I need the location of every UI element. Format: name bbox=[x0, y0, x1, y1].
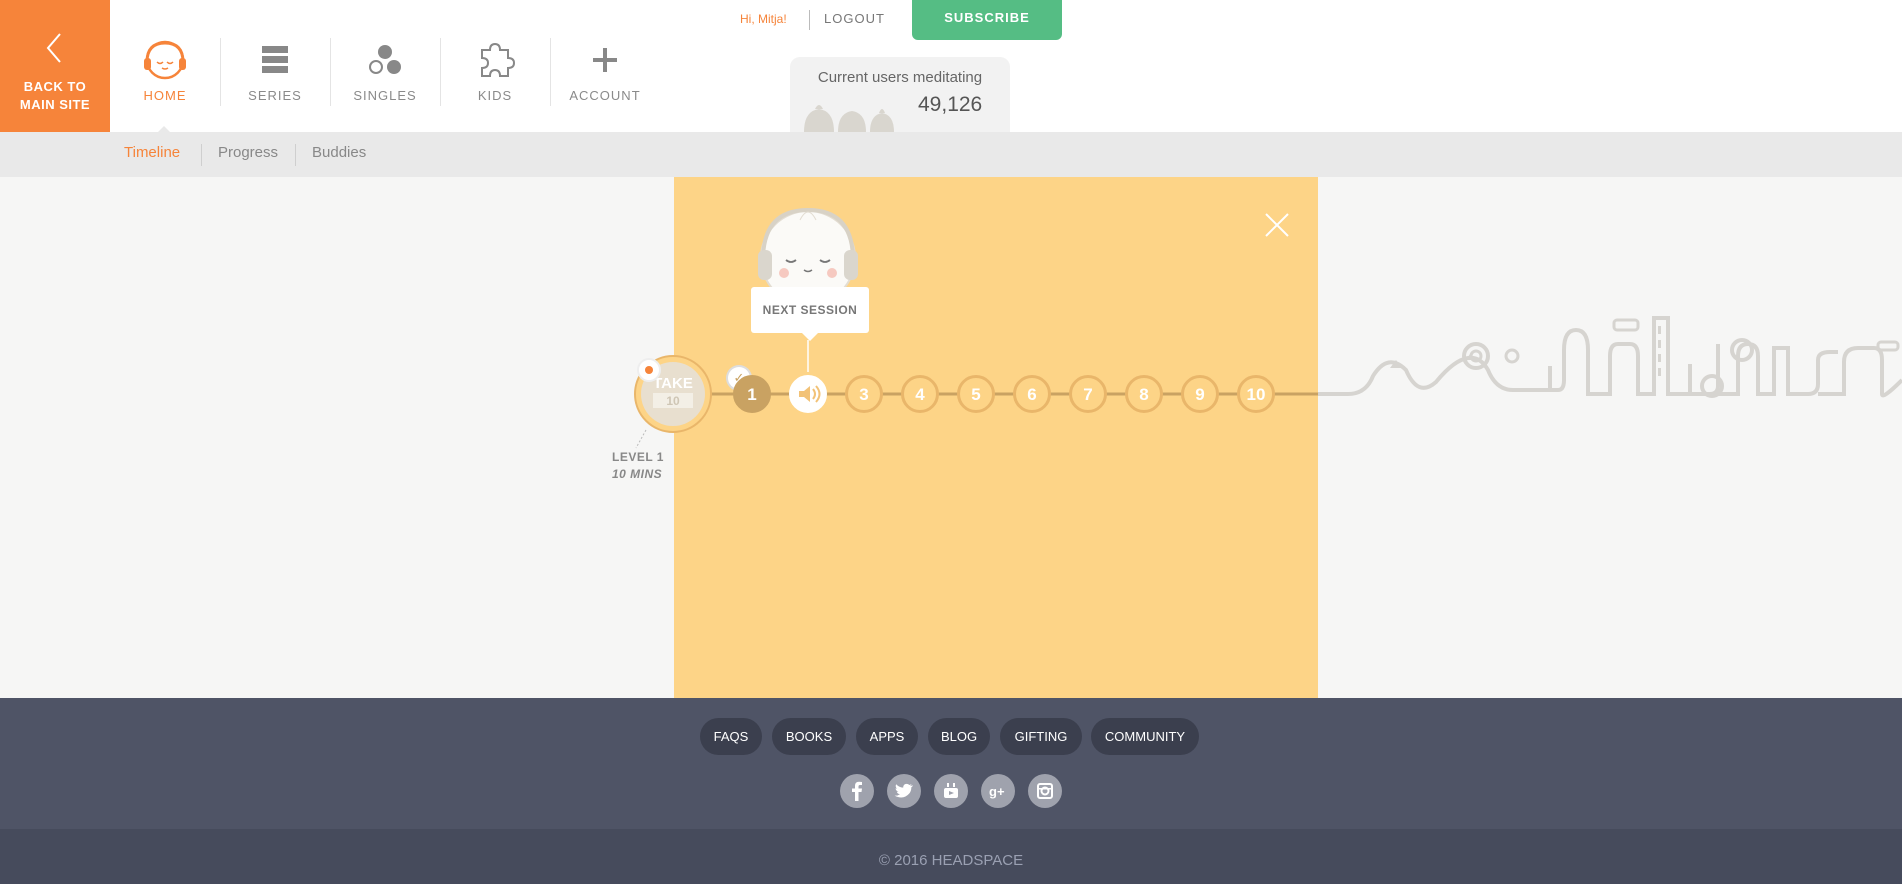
tab-buddies[interactable]: Buddies bbox=[312, 144, 366, 161]
nav-kids[interactable]: KIDS bbox=[440, 38, 550, 108]
nav-account[interactable]: ACCOUNT bbox=[550, 38, 660, 108]
back-label: BACK TO MAIN SITE bbox=[19, 79, 91, 112]
take-10-badge: TAKE 10 bbox=[634, 355, 712, 449]
footer-link-books[interactable]: BOOKS bbox=[772, 718, 846, 755]
level-name: LEVEL 1 bbox=[612, 450, 664, 464]
nav-singles[interactable]: SINGLES bbox=[330, 38, 440, 108]
subscribe-button[interactable]: SUBSCRIBE bbox=[912, 0, 1062, 40]
session-node-3[interactable]: 3 bbox=[845, 375, 883, 413]
session-node-6[interactable]: 6 bbox=[1013, 375, 1051, 413]
tab-progress[interactable]: Progress bbox=[218, 144, 278, 161]
session-node-10[interactable]: 10 bbox=[1237, 375, 1275, 413]
svg-text:10: 10 bbox=[666, 394, 680, 408]
users-meditating-count: 49,126 bbox=[918, 93, 983, 116]
logout-link[interactable]: LOGOUT bbox=[824, 11, 885, 26]
speaker-icon bbox=[799, 385, 821, 403]
session-node-8[interactable]: 8 bbox=[1125, 375, 1163, 413]
session-node-1[interactable]: 1 bbox=[733, 375, 771, 413]
session-node-7[interactable]: 7 bbox=[1069, 375, 1107, 413]
tooltip-tail bbox=[802, 333, 818, 341]
subnav-divider bbox=[201, 144, 202, 166]
session-node-4[interactable]: 4 bbox=[901, 375, 939, 413]
top-divider bbox=[809, 10, 810, 30]
nav-series[interactable]: SERIES bbox=[220, 38, 330, 108]
timeline-track: TAKE 10 bbox=[634, 207, 1318, 449]
header: BACK TO MAIN SITE HOME SERIES SINGLES KI… bbox=[0, 0, 1902, 135]
chevron-left-icon bbox=[46, 33, 61, 63]
level-duration: 10 MINS bbox=[612, 467, 663, 481]
instagram-icon[interactable] bbox=[1028, 774, 1062, 808]
journey-path-illustration bbox=[1318, 316, 1902, 398]
footer-link-faqs[interactable]: FAQS bbox=[700, 718, 762, 755]
sub-nav: Timeline Progress Buddies bbox=[0, 132, 1902, 177]
footer-link-community[interactable]: COMMUNITY bbox=[1091, 718, 1199, 755]
greeting: Hi, Mitja! bbox=[740, 12, 787, 26]
users-meditating-card: Current users meditating 49,126 bbox=[790, 57, 1010, 132]
footer-link-apps[interactable]: APPS bbox=[856, 718, 918, 755]
circles-icon bbox=[369, 45, 401, 74]
facebook-icon[interactable] bbox=[840, 774, 874, 808]
copyright-text: © 2016 HEADSPACE bbox=[878, 852, 1024, 869]
back-to-main-site-button[interactable]: BACK TO MAIN SITE bbox=[0, 0, 110, 132]
nav-series-label: SERIES bbox=[248, 88, 302, 103]
session-node-5[interactable]: 5 bbox=[957, 375, 995, 413]
nav-account-label: ACCOUNT bbox=[569, 88, 641, 103]
plus-icon bbox=[593, 48, 617, 72]
puzzle-icon bbox=[481, 42, 516, 77]
session-node-2-current[interactable] bbox=[789, 375, 827, 413]
tab-timeline[interactable]: Timeline bbox=[124, 144, 180, 161]
headspace-face-icon bbox=[144, 40, 186, 80]
users-meditating-title: Current users meditating bbox=[817, 69, 983, 86]
nav-singles-label: SINGLES bbox=[353, 88, 417, 103]
youtube-icon[interactable] bbox=[934, 774, 968, 808]
subnav-divider bbox=[295, 144, 296, 166]
nav-kids-label: KIDS bbox=[477, 88, 513, 103]
level-label: LEVEL 1 10 MINS bbox=[612, 449, 664, 483]
twitter-icon[interactable] bbox=[887, 774, 921, 808]
session-node-9[interactable]: 9 bbox=[1181, 375, 1219, 413]
nav-home-label: HOME bbox=[143, 88, 187, 103]
svg-text:g+: g+ bbox=[989, 784, 1005, 799]
meditating-characters-icon bbox=[804, 105, 894, 132]
stack-icon bbox=[262, 46, 288, 73]
nav-home[interactable]: HOME bbox=[110, 38, 220, 108]
footer-link-blog[interactable]: BLOG bbox=[928, 718, 990, 755]
google-plus-icon[interactable]: g+ bbox=[981, 774, 1015, 808]
svg-text:TAKE: TAKE bbox=[653, 375, 693, 392]
footer-link-gifting[interactable]: GIFTING bbox=[1000, 718, 1082, 755]
next-session-tooltip: NEXT SESSION bbox=[751, 287, 869, 333]
